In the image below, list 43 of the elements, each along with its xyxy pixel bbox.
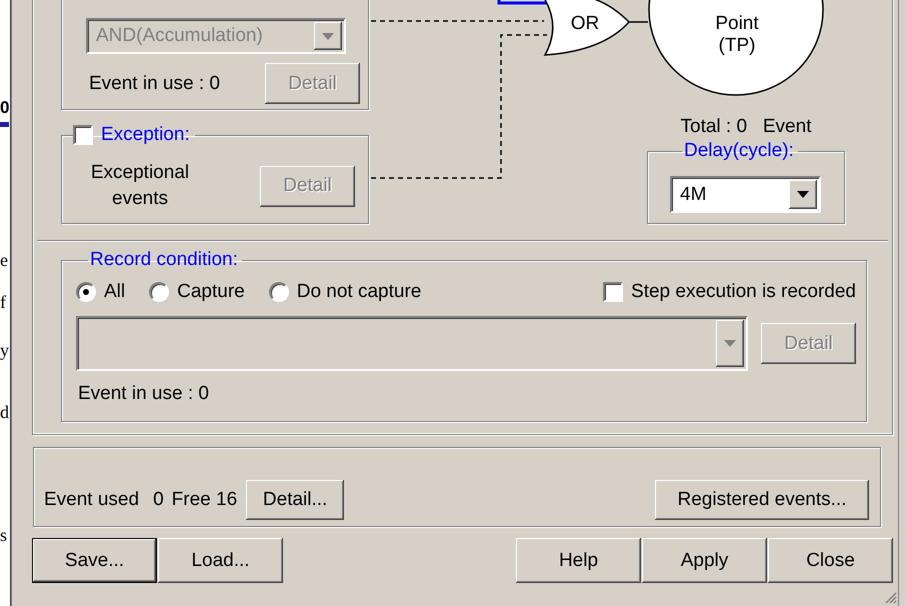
radio-button[interactable] <box>76 282 96 302</box>
event-count-label: Event in use : 0 <box>89 72 220 94</box>
dialog-button[interactable]: Close <box>768 538 893 583</box>
detail-button[interactable]: Detail... <box>246 480 344 520</box>
text-fragment: e <box>0 250 9 270</box>
option-label: All <box>104 281 126 303</box>
radio-button[interactable] <box>268 282 289 302</box>
trace-point-node: Point (TP) <box>648 0 824 96</box>
text-fragment: f <box>0 292 7 312</box>
option-label: Capture <box>177 281 245 303</box>
event-count-label: Event in use : 0 <box>77 383 210 405</box>
dropdown-field[interactable]: 4M <box>670 176 821 213</box>
checkbox[interactable] <box>73 125 93 145</box>
underline-bar <box>0 122 9 127</box>
caret-icon <box>724 340 736 347</box>
connector-line <box>629 21 648 23</box>
text-fragment: d <box>0 402 9 422</box>
radio-button[interactable] <box>149 282 170 302</box>
dialog-button[interactable]: Load... <box>158 538 283 583</box>
resize-grip-icon[interactable] <box>885 592 897 604</box>
dropdown-value: 4M <box>679 182 708 206</box>
caret-icon <box>797 191 809 198</box>
event-used-label: Event used <box>44 488 140 510</box>
caret-icon <box>322 32 334 40</box>
registered-events-button[interactable]: Registered events... <box>655 480 869 520</box>
dropdown-value: AND(Accumulation) <box>95 24 264 48</box>
event-used-value: 0 <box>153 488 164 510</box>
checkbox-label: Step execution is recorded <box>631 281 856 303</box>
group-label: Delay(cycle): <box>684 140 794 162</box>
checkbox[interactable] <box>603 282 624 302</box>
heading-text: 0 <box>0 98 9 118</box>
description-text: Exceptional events <box>90 161 190 211</box>
dialog-button[interactable]: Save... <box>32 538 157 583</box>
dialog-button[interactable]: Apply <box>642 538 767 583</box>
group-label: Exception: <box>101 124 190 146</box>
text-fragment: y <box>0 340 9 360</box>
group-label: Record condition: <box>90 249 238 271</box>
total-events-label: Total : 0 Event <box>680 115 812 139</box>
or-gate: OR <box>543 0 630 56</box>
option-label: Do not capture <box>296 281 422 303</box>
text-fragment: s <box>0 525 8 545</box>
dialog-button[interactable]: Help <box>516 538 641 583</box>
free-count-label: Free 16 <box>172 488 238 510</box>
